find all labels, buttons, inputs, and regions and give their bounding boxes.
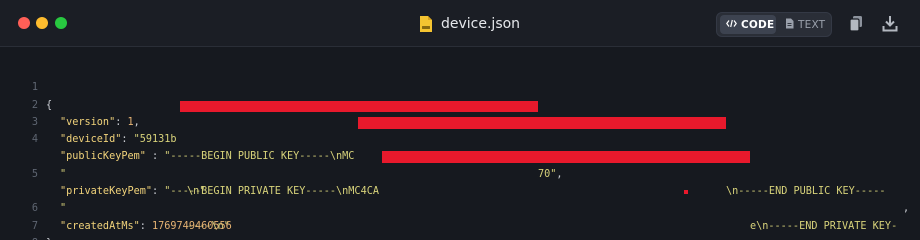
document-icon <box>785 18 794 32</box>
code-line: 2 "version": 1, <box>0 79 920 128</box>
window-title: device.json <box>441 16 521 32</box>
code-line: " ----\n" <box>0 166 920 231</box>
close-brace: } <box>46 235 52 240</box>
redaction-bar <box>180 100 538 112</box>
redaction-dot <box>684 190 688 195</box>
redaction-bar <box>382 151 750 164</box>
code-line: 6 "createdAtMs": 1769749460556 <box>0 183 920 232</box>
json-file-icon <box>419 15 433 33</box>
code-view-button[interactable]: CODE <box>720 15 776 34</box>
code-line: 4 "publicKeyPem" : "-----BEGIN PUBLIC KE… <box>0 114 920 214</box>
code-line: 1 { <box>0 62 920 110</box>
text-view-label: TEXT <box>798 18 826 31</box>
download-icon[interactable] <box>882 15 898 32</box>
title-bar: device.json CODE TEXT <box>0 0 920 47</box>
minimize-window-button[interactable] <box>36 17 48 29</box>
code-view-label: CODE <box>741 18 775 31</box>
code-viewer-window: device.json CODE TEXT 1 {2 "version": 1… <box>0 0 920 240</box>
maximize-window-button[interactable] <box>55 17 67 29</box>
code-line: 7 } <box>0 200 920 240</box>
copy-icon[interactable] <box>848 15 864 32</box>
text-view-button[interactable]: TEXT <box>781 15 829 34</box>
code-brackets-icon <box>726 19 737 31</box>
view-mode-toggle: CODE TEXT <box>716 12 832 37</box>
code-line: 5 "privateKeyPem": "-----BEGIN PRIVATE K… <box>0 148 920 240</box>
code-line: " \n" <box>0 131 920 197</box>
file-title: device.json <box>419 14 520 34</box>
line-number: 8 <box>20 235 38 240</box>
code-line: 8 <box>0 218 920 240</box>
code-content: 1 { 2 "version": 1, 3 "deviceId": "59131… <box>0 62 920 240</box>
redaction-bar <box>358 116 726 129</box>
close-window-button[interactable] <box>18 17 30 29</box>
code-line: 3 "deviceId": "59131b 70", <box>0 97 920 180</box>
